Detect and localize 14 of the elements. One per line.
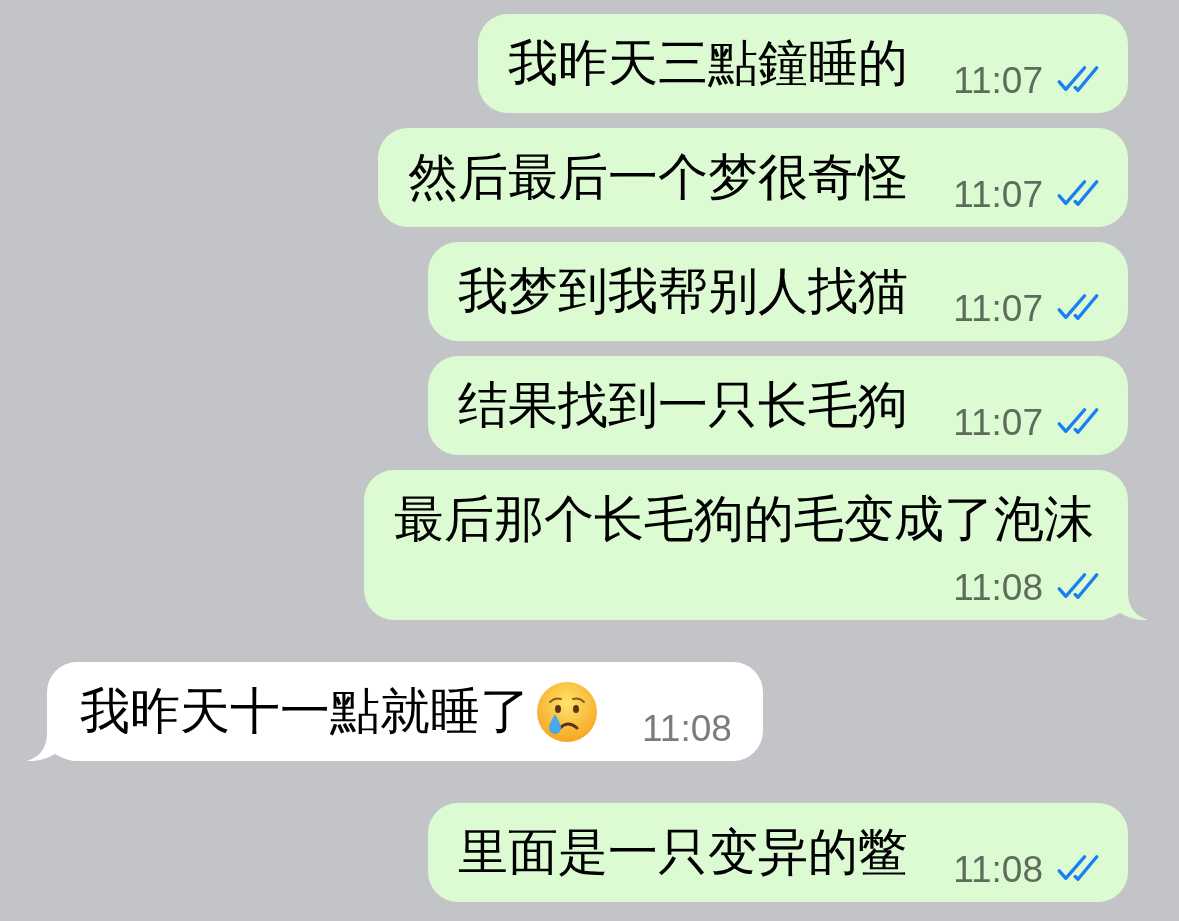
message-time: 11:07 bbox=[953, 176, 1043, 213]
message-time: 11:07 bbox=[953, 404, 1043, 441]
message-text: 我梦到我帮别人找猫 bbox=[458, 261, 909, 322]
message-text: 然后最后一个梦很奇怪 bbox=[408, 147, 909, 208]
message-time: 11:08 bbox=[953, 569, 1043, 606]
message-text: 最后那个长毛狗的毛变成了泡沫 bbox=[394, 489, 1094, 550]
message-time: 11:07 bbox=[953, 290, 1043, 327]
message-time: 11:08 bbox=[642, 710, 732, 747]
message-time: 11:07 bbox=[953, 62, 1043, 99]
message-text: 我昨天十一點就睡了 bbox=[80, 681, 530, 742]
message-text: 里面是一只变异的鳖 bbox=[458, 822, 909, 883]
message-time: 11:08 bbox=[953, 851, 1043, 888]
message-text: 我昨天三點鐘睡的 bbox=[508, 33, 909, 94]
message-text: 结果找到一只长毛狗 bbox=[458, 375, 909, 436]
